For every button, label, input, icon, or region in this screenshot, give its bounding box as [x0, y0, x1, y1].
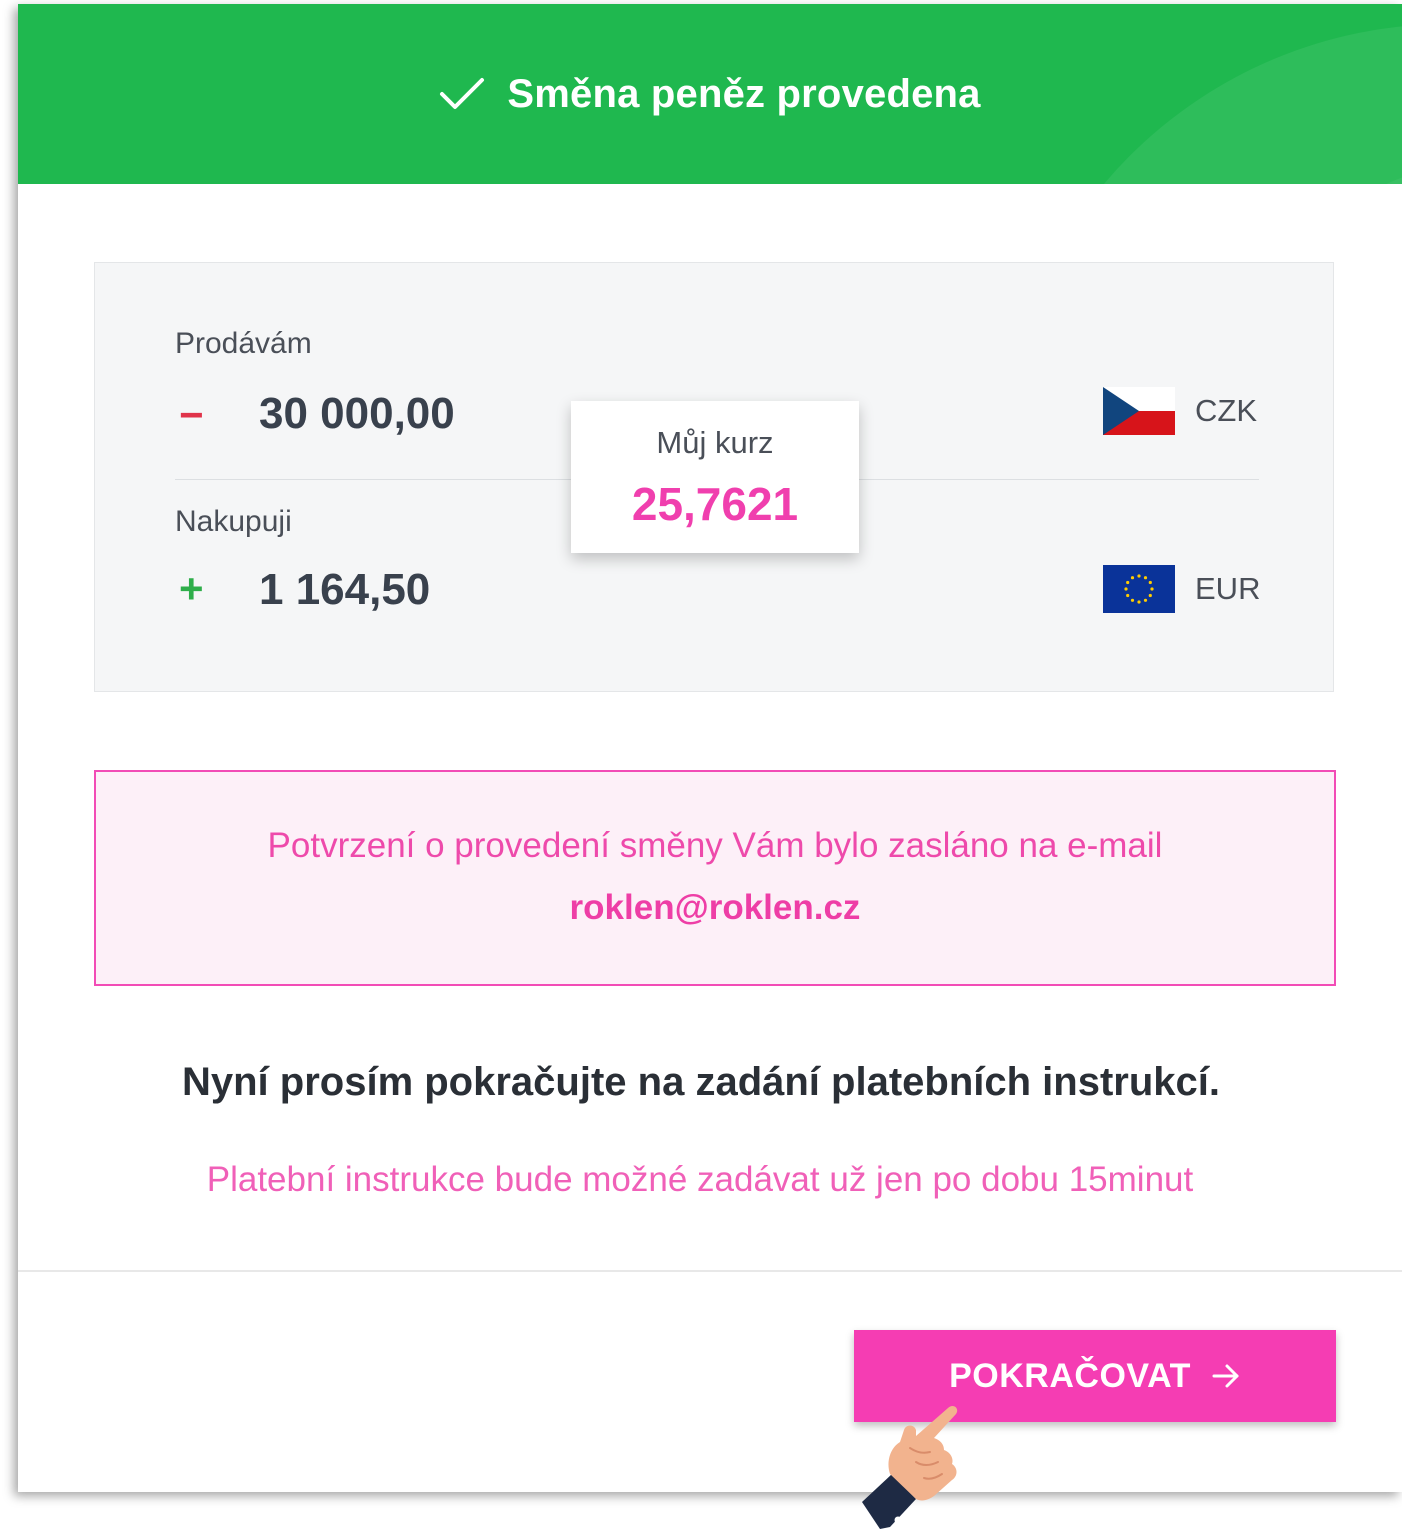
sell-label: Prodávám — [175, 327, 312, 360]
sell-amount: 30 000,00 — [259, 389, 455, 438]
notice-text: Potvrzení o provedení směny Vám bylo zas… — [267, 826, 1163, 865]
buy-amount: 1 164,50 — [259, 565, 431, 614]
page-title: Směna peněz provedena — [507, 71, 981, 116]
continue-button-label: POKRAČOVAT — [949, 1356, 1191, 1395]
buy-currency: EUR — [1103, 565, 1260, 613]
minus-sign: − — [179, 391, 204, 438]
exchange-summary: Prodávám − 30 000,00 CZK Nakupuji + 1 16… — [94, 262, 1334, 692]
time-limit-note: Platební instrukce bude možné zadávat už… — [206, 1160, 1194, 1199]
plus-sign: + — [179, 565, 204, 612]
buy-currency-code: EUR — [1195, 571, 1261, 606]
sell-currency-code: CZK — [1195, 393, 1257, 428]
header-content: Směna peněz provedena — [18, 4, 1402, 184]
confirmation-card: Směna peněz provedena Prodávám − 30 000,… — [18, 4, 1402, 1492]
rate-label: Můj kurz — [656, 425, 774, 460]
footer-divider — [18, 1270, 1402, 1272]
buy-label: Nakupuji — [175, 505, 292, 538]
page: Směna peněz provedena Prodávám − 30 000,… — [0, 0, 1402, 1529]
email-confirmation-notice: Potvrzení o provedení směny Vám bylo zas… — [94, 770, 1336, 986]
exchange-rate-card: Můj kurz 25,7621 — [571, 401, 859, 553]
success-header: Směna peněz provedena — [18, 4, 1402, 184]
arrow-right-icon — [1211, 1363, 1241, 1389]
payment-instruction-heading: Nyní prosím pokračujte na zadání platebn… — [181, 1060, 1220, 1104]
czech-flag-icon — [1103, 387, 1175, 435]
pointing-hand-icon — [850, 1396, 980, 1529]
notice-email: roklen@roklen.cz — [569, 888, 861, 927]
rate-value: 25,7621 — [631, 478, 799, 530]
sell-currency: CZK — [1103, 387, 1257, 435]
eu-flag-icon — [1103, 565, 1175, 613]
check-icon — [439, 76, 485, 112]
